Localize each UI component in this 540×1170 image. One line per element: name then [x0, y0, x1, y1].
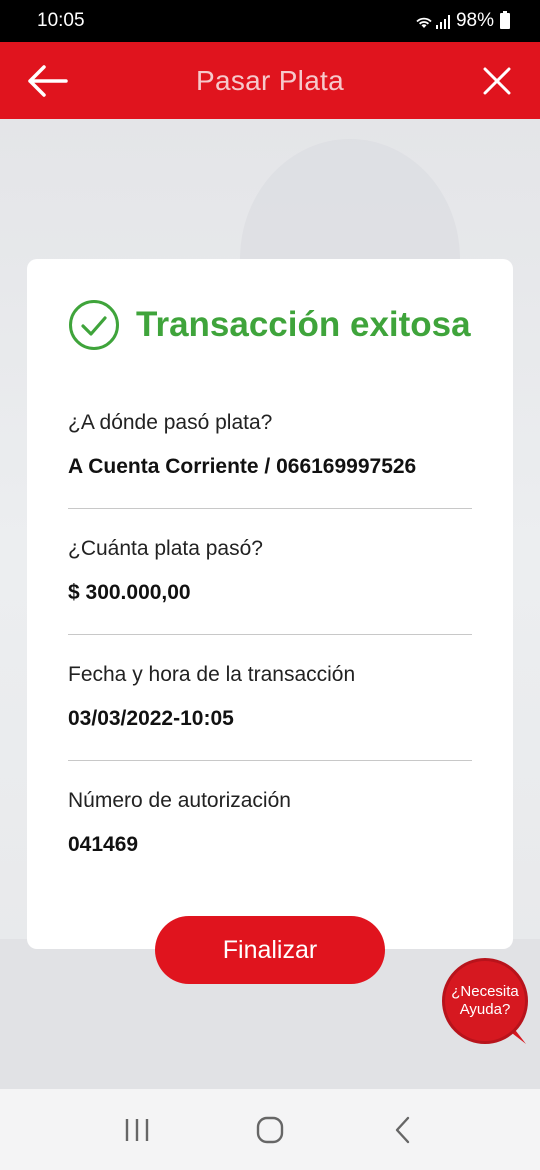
field-value: A Cuenta Corriente / 066169997526	[68, 455, 417, 478]
divider	[68, 760, 472, 761]
amount-field: ¿Cuánta plata pasó? $ 300.000,00	[68, 537, 472, 605]
divider	[68, 634, 472, 635]
recent-apps-icon	[125, 1118, 148, 1141]
app-header: Pasar Plata	[0, 42, 540, 119]
field-label: Número de autorización	[68, 789, 291, 812]
field-label: ¿A dónde pasó plata?	[68, 411, 273, 434]
wifi-icon	[416, 17, 432, 28]
check-circle-icon	[69, 300, 119, 350]
recent-apps-button[interactable]	[112, 1105, 162, 1155]
datetime-field: Fecha y hora de la transacción 03/03/202…	[68, 663, 472, 731]
field-value: 041469	[68, 833, 139, 856]
field-value: 03/03/2022-10:05	[68, 707, 234, 730]
status-indicators: 98%	[415, 10, 510, 32]
success-title: Transacción exitosa	[136, 305, 471, 344]
success-header: Transacción exitosa	[68, 299, 472, 351]
back-button[interactable]	[378, 1105, 428, 1155]
home-icon	[256, 1116, 284, 1143]
chevron-left-icon	[396, 1116, 410, 1143]
field-label: ¿Cuánta plata pasó?	[68, 537, 263, 560]
authorization-field: Número de autorización 041469	[68, 789, 472, 857]
field-value: $ 300.000,00	[68, 581, 191, 604]
arrow-left-icon[interactable]	[24, 62, 70, 100]
system-nav-bar	[0, 1089, 540, 1170]
page-title: Pasar Plata	[195, 64, 345, 96]
status-time: 10:05	[37, 10, 85, 31]
signal-icon	[435, 15, 450, 29]
field-label: Fecha y hora de la transacción	[68, 663, 356, 686]
finish-button[interactable]: Finalizar	[155, 916, 385, 984]
home-button[interactable]	[245, 1105, 295, 1155]
status-bar: 10:05 98%	[0, 0, 540, 42]
battery-percentage: 98%	[455, 10, 494, 31]
battery-icon	[500, 11, 510, 29]
divider	[68, 508, 472, 509]
close-icon[interactable]	[482, 66, 512, 96]
help-line-2: Ayuda?	[459, 1001, 511, 1018]
transaction-receipt-card: Transacción exitosa ¿A dónde pasó plata?…	[27, 259, 513, 949]
help-button[interactable]: ¿Necesita Ayuda?	[442, 958, 528, 1044]
destination-field: ¿A dónde pasó plata? A Cuenta Corriente …	[68, 411, 472, 479]
help-line-1: ¿Necesita	[451, 983, 519, 1000]
